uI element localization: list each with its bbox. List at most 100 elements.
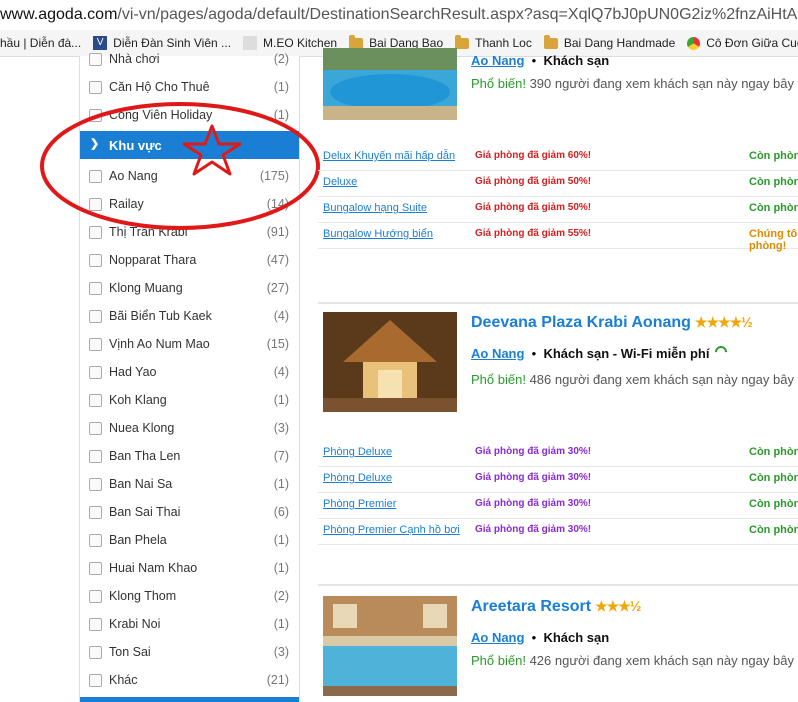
checkbox[interactable] [89, 81, 102, 94]
checkbox[interactable] [89, 562, 102, 575]
filter-item[interactable]: Căn Hộ Cho Thuê (1) [80, 76, 299, 98]
folder-icon [543, 34, 558, 49]
filter-label: Huai Nam Khao [109, 561, 198, 575]
area-filter-item[interactable]: Railay (14) [80, 193, 299, 215]
room-name-link[interactable]: Delux Khuyến mãi hấp dẫn [323, 150, 455, 162]
availability-text: Còn phòn [749, 202, 798, 214]
area-filter-item[interactable]: Thị Trấn Krabi (91) [80, 221, 299, 243]
area-filter-item[interactable]: Bãi Biển Tub Kaek (4) [80, 305, 299, 327]
room-name-link[interactable]: Phòng Deluxe [323, 446, 392, 458]
room-row: Phòng Deluxe Giá phòng đã giảm 30%! Còn ph… [318, 466, 798, 493]
popularity-text: Phổ biến! 390 người đang xem khách sạn n… [471, 76, 798, 91]
room-row: Phòng Premier Giá phòng đã giảm 30%! Còn p… [318, 492, 798, 519]
next-section-header[interactable] [80, 697, 299, 702]
hotel-photo[interactable] [323, 596, 457, 696]
hotel-area-link[interactable]: Ao Nang [471, 630, 524, 645]
area-filter-item[interactable]: Ban Phela (1) [80, 529, 299, 551]
checkbox[interactable] [89, 338, 102, 351]
area-filter-item[interactable]: Had Yao (4) [80, 361, 299, 383]
hotel-photo[interactable] [323, 48, 457, 148]
area-filter-item[interactable]: Nuea Klong (3) [80, 417, 299, 439]
room-name-link[interactable]: Bungalow hạng Suite [323, 202, 427, 214]
area-filter-item[interactable]: Nopparat Thara (47) [80, 249, 299, 271]
filter-item[interactable]: Nhà chơi (2) [80, 48, 299, 70]
filter-label: Nopparat Thara [109, 253, 197, 267]
filter-count: (7) [273, 449, 289, 463]
filter-count: (6) [273, 505, 289, 519]
filter-label: Koh Klang [109, 393, 167, 407]
area-filter-item[interactable]: Vịnh Ao Num Mao (15) [80, 333, 299, 355]
folder-icon [349, 34, 364, 49]
area-section-header[interactable]: ❯ Khu vực [80, 131, 299, 159]
room-row: Bungalow hạng Suite Giá phòng đã giảm 50%… [318, 196, 798, 223]
filter-count: (1) [273, 108, 289, 122]
area-filter-item[interactable]: Klong Thom (2) [80, 585, 299, 607]
discount-text: Giá phòng đã giảm 30%! [475, 498, 592, 509]
hotel-area-link[interactable]: Ao Nang [471, 346, 524, 361]
bookmark-5[interactable]: Bai Dang Handmade [543, 34, 675, 50]
area-filter-item[interactable]: Ton Sai (3) [80, 641, 299, 663]
address-bar[interactable]: www.agoda.com/vi-vn/pages/agoda/default/… [0, 0, 798, 30]
discount-text: Giá phòng đã giảm 30%! [475, 472, 592, 483]
area-filter-item[interactable]: Klong Muang (27) [80, 277, 299, 299]
discount-text: Giá phòng đã giảm 30%! [475, 446, 592, 457]
filter-count: (1) [273, 617, 289, 631]
hotel-subtitle: Ao Nang • Khách sạn - Wi-Fi miễn phí [471, 343, 730, 361]
checkbox[interactable] [89, 674, 102, 687]
checkbox[interactable] [89, 422, 102, 435]
hotel-subtitle: Ao Nang • Khách sạn [471, 53, 610, 68]
area-filter-item[interactable]: Huai Nam Khao (1) [80, 557, 299, 579]
filter-label: Nuea Klong [109, 421, 175, 435]
room-name-link[interactable]: Phòng Premier [323, 498, 396, 510]
checkbox[interactable] [89, 53, 102, 66]
popularity-text: Phổ biến! 426 người đang xem khách sạn n… [471, 653, 798, 668]
checkbox[interactable] [89, 366, 102, 379]
checkbox[interactable] [89, 450, 102, 463]
checkbox[interactable] [89, 170, 102, 183]
checkbox[interactable] [89, 394, 102, 407]
area-filter-item[interactable]: Ban Tha Len (7) [80, 445, 299, 467]
filter-label: Ao Nang [109, 169, 158, 183]
hotel-name-link[interactable]: Deevana Plaza Krabi Aonang ★★★★½ [471, 314, 753, 332]
bookmark-6[interactable]: Cô Đơn Giữa Cuộc [687, 36, 798, 50]
discount-text: Giá phòng đã giảm 55%! [475, 228, 592, 239]
checkbox[interactable] [89, 198, 102, 211]
checkbox[interactable] [89, 254, 102, 267]
filter-count: (1) [273, 533, 289, 547]
area-filter-item[interactable]: Khác (21) [80, 669, 299, 691]
area-filter-item[interactable]: Koh Klang (1) [80, 389, 299, 411]
hotel-results: Ao Nang • Khách sạn Phổ biến! 390 người … [318, 48, 798, 702]
bookmark-0[interactable]: hầu | Diễn đà... [0, 36, 81, 50]
room-name-link[interactable]: Phòng Deluxe [323, 472, 392, 484]
checkbox[interactable] [89, 282, 102, 295]
checkbox[interactable] [89, 590, 102, 603]
checkbox[interactable] [89, 310, 102, 323]
room-name-link[interactable]: Phòng Premier Cạnh hồ bơi [323, 524, 460, 536]
area-filter-item[interactable]: Ban Nai Sa (1) [80, 473, 299, 495]
hotel-photo[interactable] [323, 312, 457, 412]
popular-tag: Phổ biến! [471, 76, 526, 91]
filter-count: (3) [273, 645, 289, 659]
checkbox[interactable] [89, 618, 102, 631]
filter-item[interactable]: Công Viên Holiday (1) [80, 104, 299, 126]
room-name-link[interactable]: Deluxe [323, 176, 357, 188]
checkbox[interactable] [89, 646, 102, 659]
area-filter-item[interactable]: Krabi Noi (1) [80, 613, 299, 635]
hotel-name-link[interactable]: Areetara Resort ★★★½ [471, 598, 641, 616]
filter-count: (175) [259, 169, 289, 183]
hotel-area-link[interactable]: Ao Nang [471, 53, 524, 68]
bookmark-4[interactable]: Thanh Loc [455, 34, 532, 50]
checkbox[interactable] [89, 109, 102, 122]
room-name-link[interactable]: Bungalow Hướng biển [323, 228, 433, 240]
checkbox[interactable] [89, 534, 102, 547]
discount-text: Giá phòng đã giảm 30%! [475, 524, 592, 535]
section-title: Khu vực [109, 138, 162, 153]
filter-count: (2) [273, 589, 289, 603]
folder-icon [455, 34, 470, 49]
area-filter-item[interactable]: Ban Sai Thai (6) [80, 501, 299, 523]
filter-label: Ban Nai Sa [109, 477, 173, 491]
checkbox[interactable] [89, 506, 102, 519]
checkbox[interactable] [89, 226, 102, 239]
area-filter-item[interactable]: Ao Nang (175) [80, 165, 299, 187]
checkbox[interactable] [89, 478, 102, 491]
